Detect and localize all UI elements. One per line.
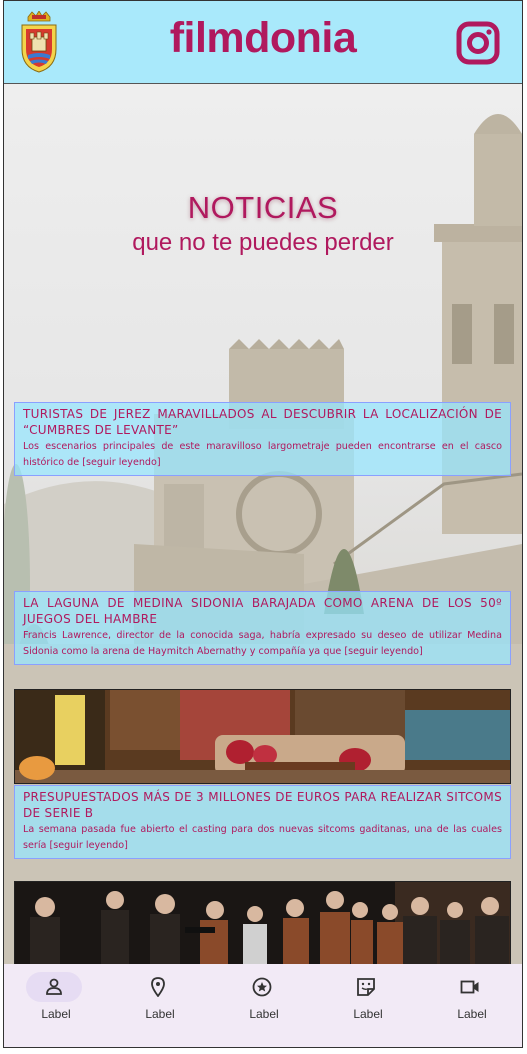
- instagram-icon[interactable]: [456, 21, 500, 65]
- nav-label: Label: [249, 1007, 279, 1021]
- person-icon: [46, 978, 62, 995]
- nav-label: Label: [457, 1007, 487, 1021]
- nav-item-profile[interactable]: Label: [4, 964, 108, 1047]
- news-card[interactable]: TURISTAS DE JEREZ MARAVILLADOS AL DESCUB…: [14, 402, 511, 476]
- location-pin-icon: [151, 977, 165, 997]
- bottom-navigation: Label Label Label Label Label: [4, 964, 522, 1047]
- news-headline[interactable]: PRESUPUESTADOS MÁS DE 3 MILLONES DE EURO…: [23, 789, 502, 821]
- read-more-link[interactable]: [seguir leyendo]: [344, 646, 422, 657]
- background-photo: NOTICIAS que no te puedes perder TURISTA…: [4, 84, 522, 964]
- app-header: filmdonia: [4, 1, 522, 84]
- news-image-sitcom-set[interactable]: [14, 689, 511, 784]
- videocam-icon: [460, 980, 479, 994]
- news-summary: Los escenarios principales de este marav…: [23, 441, 502, 468]
- brand-title: filmdonia: [169, 14, 357, 62]
- nav-label: Label: [41, 1007, 71, 1021]
- hero-title: NOTICIAS: [187, 190, 339, 225]
- nav-item-stickers[interactable]: Label: [316, 964, 420, 1047]
- read-more-link[interactable]: [seguir leyendo]: [82, 457, 160, 468]
- nav-item-favorites[interactable]: Label: [212, 964, 316, 1047]
- nav-label: Label: [145, 1007, 175, 1021]
- news-card[interactable]: PRESUPUESTADOS MÁS DE 3 MILLONES DE EURO…: [14, 785, 511, 859]
- nav-label: Label: [353, 1007, 383, 1021]
- nav-item-location[interactable]: Label: [108, 964, 212, 1047]
- news-summary: Francis Lawrence, director de la conocid…: [23, 630, 502, 657]
- news-summary: La semana pasada fue abierto el casting …: [23, 824, 502, 851]
- nav-item-video[interactable]: Label: [420, 964, 522, 1047]
- sticker-icon: [357, 978, 375, 996]
- star-circle-icon: [252, 977, 272, 997]
- app-frame: filmdonia NOTICIAS que no te puedes perd…: [3, 0, 523, 1048]
- hero-subtitle: que no te puedes perder: [132, 229, 394, 256]
- read-more-link[interactable]: [seguir leyendo]: [49, 840, 127, 851]
- news-headline[interactable]: TURISTAS DE JEREZ MARAVILLADOS AL DESCUB…: [23, 406, 502, 438]
- news-card[interactable]: LA LAGUNA DE MEDINA SIDONIA BARAJADA COM…: [14, 591, 511, 665]
- news-image-casting-group[interactable]: [14, 881, 511, 964]
- news-headline[interactable]: LA LAGUNA DE MEDINA SIDONIA BARAJADA COM…: [23, 595, 502, 627]
